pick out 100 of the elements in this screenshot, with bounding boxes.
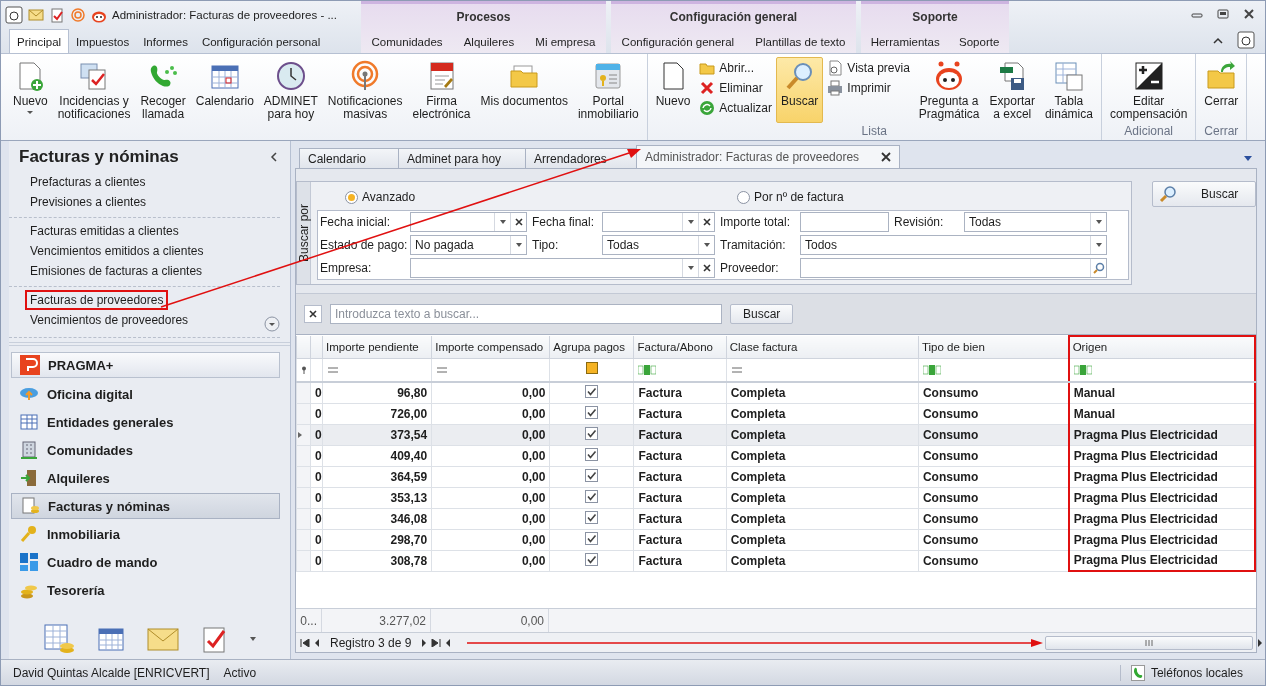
checkbox[interactable] bbox=[585, 468, 599, 482]
sidebar-module[interactable]: Alquileres bbox=[11, 464, 280, 492]
search-button[interactable]: Buscar bbox=[730, 304, 794, 324]
ribbon-button[interactable]: Incidencias y notificaciones bbox=[52, 57, 136, 124]
ribbon-button[interactable]: Vista previa bbox=[823, 59, 914, 77]
ribbon-button[interactable]: Abrir... bbox=[695, 59, 776, 77]
calendar-icon[interactable] bbox=[96, 625, 125, 653]
checkbox[interactable] bbox=[585, 426, 599, 440]
clear-icon[interactable] bbox=[702, 264, 711, 272]
input-field[interactable] bbox=[800, 212, 889, 232]
dropdown-field[interactable] bbox=[410, 258, 715, 278]
close-icon[interactable] bbox=[1243, 8, 1255, 20]
radio-option[interactable]: Por nº de factura bbox=[737, 190, 1129, 204]
ribbon-tab[interactable]: Plantillas de texto bbox=[748, 30, 853, 53]
sidebar-module[interactable]: Inmobiliaria bbox=[11, 520, 280, 548]
table-row[interactable]: 0 308,78 0,00 Factura Completa Consumo Pragma Plus Electricidad bbox=[296, 550, 1255, 571]
column-header[interactable]: Agrupa pagos bbox=[549, 336, 634, 358]
ribbon-button[interactable]: Exportar a excel bbox=[984, 57, 1040, 124]
restore-icon[interactable] bbox=[1217, 8, 1229, 20]
ribbon-tab[interactable]: Configuración general bbox=[614, 30, 742, 53]
ribbon-button[interactable]: Mis documentos bbox=[475, 57, 573, 123]
ribbon-button[interactable]: Cerrar bbox=[1199, 57, 1244, 123]
dropdown-arrow-icon[interactable] bbox=[1243, 153, 1253, 162]
column-header[interactable]: Factura/Abono bbox=[634, 336, 727, 358]
ribbon-button[interactable]: Pregunta a Pragmática bbox=[913, 57, 985, 124]
table-row[interactable]: 0 298,70 0,00 Factura Completa Consumo Pragma Plus Electricidad bbox=[296, 529, 1255, 550]
sidebar-module[interactable]: Facturas y nóminas bbox=[11, 493, 280, 519]
sidebar-module[interactable]: Comunidades bbox=[11, 436, 280, 464]
ribbon-tab[interactable]: Configuración personal bbox=[194, 30, 328, 53]
sidebar-module[interactable]: Cuadro de mando bbox=[11, 548, 280, 576]
ribbon-button[interactable]: Nuevo bbox=[8, 57, 53, 123]
clipboard-check-icon[interactable] bbox=[49, 7, 65, 23]
sidebar-module[interactable]: Tesorería bbox=[11, 576, 280, 604]
search-field[interactable]: Introduzca texto a buscar... bbox=[330, 304, 722, 324]
sidebar-module[interactable]: Entidades generales bbox=[11, 408, 280, 436]
sidebar-module[interactable]: PRAGMA+ bbox=[11, 352, 280, 378]
ribbon-button[interactable]: Recoger llamada bbox=[135, 57, 191, 124]
search-button[interactable]: Buscar bbox=[1152, 181, 1256, 207]
phones-button[interactable]: Teléfonos locales bbox=[1119, 664, 1253, 681]
ribbon-button[interactable]: Nuevo bbox=[650, 57, 696, 123]
clear-icon[interactable] bbox=[702, 218, 711, 226]
ribbon-tab[interactable]: Comunidades bbox=[364, 30, 450, 53]
radio-button[interactable] bbox=[345, 190, 358, 204]
table-row[interactable]: 0 409,40 0,00 Factura Completa Consumo Pragma Plus Electricidad bbox=[296, 445, 1255, 466]
column-header[interactable]: Origen bbox=[1068, 336, 1255, 358]
checkbox[interactable] bbox=[585, 510, 599, 524]
close-icon[interactable] bbox=[881, 152, 891, 162]
dropdown-field[interactable] bbox=[602, 212, 715, 232]
ribbon-tab[interactable]: Informes bbox=[136, 30, 195, 53]
column-header[interactable]: Importe pendiente bbox=[322, 336, 432, 358]
radio-option[interactable]: Avanzado bbox=[345, 190, 737, 204]
ribbon-button[interactable]: Imprimir bbox=[823, 79, 914, 97]
ribbon-button[interactable]: Firma electrónica bbox=[407, 57, 476, 124]
app-icon[interactable] bbox=[1237, 31, 1255, 49]
ribbon-button[interactable]: Notificaciones masivas bbox=[322, 57, 408, 124]
clipboard-check-icon[interactable] bbox=[200, 624, 227, 654]
next-record-icon[interactable] bbox=[421, 638, 428, 647]
last-record-icon[interactable] bbox=[431, 638, 442, 647]
sidebar-link[interactable]: Vencimientos emitidos a clientes bbox=[25, 241, 209, 261]
scroll-down-icon[interactable] bbox=[264, 316, 280, 332]
ribbon-button[interactable]: Actualizar bbox=[695, 99, 776, 117]
document-tab[interactable]: Calendario bbox=[299, 148, 399, 168]
checkbox[interactable] bbox=[585, 531, 599, 545]
sidebar-link[interactable]: Previsiones a clientes bbox=[25, 192, 152, 212]
table-row[interactable]: 0 364,59 0,00 Factura Completa Consumo Pragma Plus Electricidad bbox=[296, 466, 1255, 487]
dropdown-field[interactable]: Todos bbox=[800, 235, 1107, 255]
ribbon-button[interactable]: Portal inmobiliario bbox=[572, 57, 644, 124]
ribbon-tab[interactable]: Principal bbox=[9, 29, 70, 53]
dropdown-field[interactable] bbox=[410, 212, 527, 232]
table-row[interactable]: 0 346,08 0,00 Factura Completa Consumo Pragma Plus Electricidad bbox=[296, 508, 1255, 529]
dropdown-field[interactable]: No pagada bbox=[410, 235, 527, 255]
chevron-left-icon[interactable] bbox=[270, 152, 278, 162]
column-header[interactable]: Importe compensado bbox=[431, 336, 550, 358]
table-row[interactable]: 0 353,13 0,00 Factura Completa Consumo Pragma Plus Electricidad bbox=[296, 487, 1255, 508]
ribbon-tab[interactable]: Mi empresa bbox=[528, 30, 603, 53]
document-tab[interactable]: Arrendadores bbox=[525, 148, 637, 168]
scroll-left-icon[interactable] bbox=[445, 638, 452, 647]
previous-record-icon[interactable] bbox=[314, 638, 320, 647]
checkbox[interactable] bbox=[585, 552, 599, 566]
table-row[interactable]: 0 96,80 0,00 Factura Completa Consumo Manual bbox=[296, 382, 1255, 403]
clear-icon[interactable] bbox=[514, 218, 523, 226]
sidebar-link[interactable]: Prefacturas a clientes bbox=[25, 172, 151, 192]
ribbon-tab[interactable]: Impuestos bbox=[69, 30, 137, 53]
ribbon-button[interactable]: ADMINET para hoy bbox=[258, 57, 323, 124]
clear-button[interactable] bbox=[304, 305, 322, 323]
sidebar-module[interactable]: Oficina digital bbox=[11, 380, 280, 408]
search-field[interactable] bbox=[800, 258, 1107, 278]
ribbon-tab[interactable]: Alquileres bbox=[456, 30, 522, 53]
column-header[interactable]: Tipo de bien bbox=[918, 336, 1069, 358]
checkbox[interactable] bbox=[585, 405, 599, 419]
dropdown-field[interactable]: Todas bbox=[964, 212, 1107, 232]
checkbox[interactable] bbox=[585, 447, 599, 461]
sidebar-link[interactable]: Emisiones de facturas a clientes bbox=[25, 261, 208, 281]
ribbon-tab[interactable]: Herramientas bbox=[863, 30, 947, 53]
collapse-ribbon-icon[interactable] bbox=[1213, 36, 1223, 44]
ribbon-button[interactable]: Eliminar bbox=[695, 79, 776, 97]
table-row[interactable]: 0 373,54 0,00 Factura Completa Consumo Pragma Plus Electricidad bbox=[296, 424, 1255, 445]
dropdown-field[interactable]: Todas bbox=[602, 235, 715, 255]
document-tab[interactable]: Administrador: Facturas de proveedores bbox=[636, 145, 900, 168]
scrollbar-thumb[interactable] bbox=[1045, 635, 1254, 650]
